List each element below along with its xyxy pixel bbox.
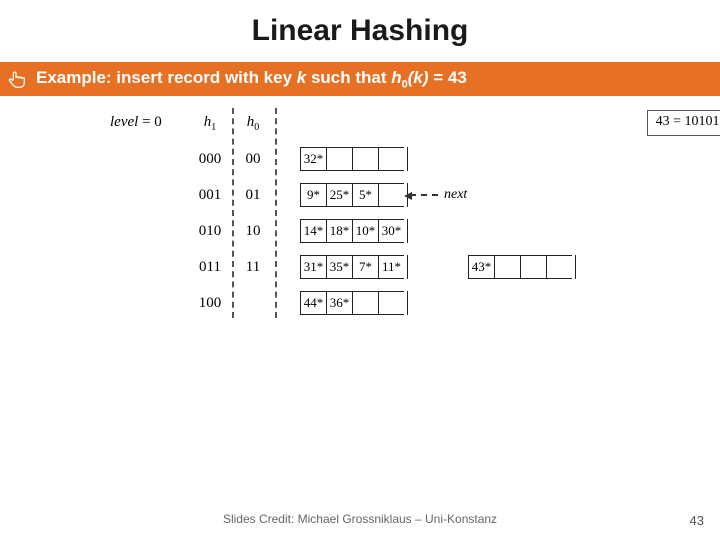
cell: 25* — [326, 183, 352, 207]
bucket-1: 9* 25* 5* — [300, 183, 408, 207]
cell — [352, 291, 378, 315]
hand-icon — [6, 68, 28, 90]
binary-box: 43 = 1010112 — [647, 110, 720, 136]
arrow-left-icon — [410, 194, 438, 196]
cell — [378, 291, 404, 315]
level-label: level = 0 — [110, 114, 162, 131]
cell: 30* — [378, 219, 404, 243]
cell — [326, 147, 352, 171]
cell — [378, 183, 404, 207]
example-bar: Example: insert record with key k such t… — [0, 62, 720, 96]
h1-code: 010 — [190, 223, 230, 240]
cell: 5* — [352, 183, 378, 207]
page-number: 43 — [690, 513, 704, 528]
h0-code: 11 — [238, 259, 268, 276]
example-text: Example: insert record with key k such t… — [36, 68, 467, 90]
h0-code: 00 — [238, 151, 268, 168]
cell: 14* — [300, 219, 326, 243]
cell — [520, 255, 546, 279]
cell: 32* — [300, 147, 326, 171]
cell — [352, 147, 378, 171]
diagram: level = 0 h1 h0 43 = 1010112 000 00 32* … — [110, 114, 720, 374]
next-pointer: next — [410, 187, 467, 203]
cell: 35* — [326, 255, 352, 279]
h0-code: 01 — [238, 187, 268, 204]
divider-2 — [275, 108, 277, 318]
cell — [378, 147, 404, 171]
cell: 44* — [300, 291, 326, 315]
bucket-end — [572, 255, 576, 279]
h1-code: 000 — [190, 151, 230, 168]
bucket-2: 14* 18* 10* 30* — [300, 219, 408, 243]
page-title: Linear Hashing — [0, 0, 720, 48]
cell — [546, 255, 572, 279]
bucket-end — [404, 291, 408, 315]
cell: 31* — [300, 255, 326, 279]
h0-code: 10 — [238, 223, 268, 240]
divider-1 — [232, 108, 234, 318]
cell — [494, 255, 520, 279]
bucket-end — [404, 255, 408, 279]
bucket-end — [404, 219, 408, 243]
bucket-end — [404, 147, 408, 171]
cell: 36* — [326, 291, 352, 315]
h1-header: h1 — [190, 114, 230, 133]
cell: 10* — [352, 219, 378, 243]
bucket-0: 32* — [300, 147, 408, 171]
bucket-3: 31* 35* 7* 11* — [300, 255, 408, 279]
slide: { "title": "Linear Hashing", "example_pr… — [0, 0, 720, 540]
h1-code: 011 — [190, 259, 230, 276]
h1-code: 001 — [190, 187, 230, 204]
cell: 9* — [300, 183, 326, 207]
cell: 7* — [352, 255, 378, 279]
bucket-4: 44* 36* — [300, 291, 408, 315]
h0-header: h0 — [238, 114, 268, 133]
h1-code: 100 — [190, 295, 230, 312]
slide-credit: Slides Credit: Michael Grossniklaus – Un… — [0, 512, 720, 526]
overflow-bucket-3: 43* — [468, 255, 576, 279]
cell: 43* — [468, 255, 494, 279]
cell: 11* — [378, 255, 404, 279]
next-label: next — [444, 187, 467, 203]
cell: 18* — [326, 219, 352, 243]
